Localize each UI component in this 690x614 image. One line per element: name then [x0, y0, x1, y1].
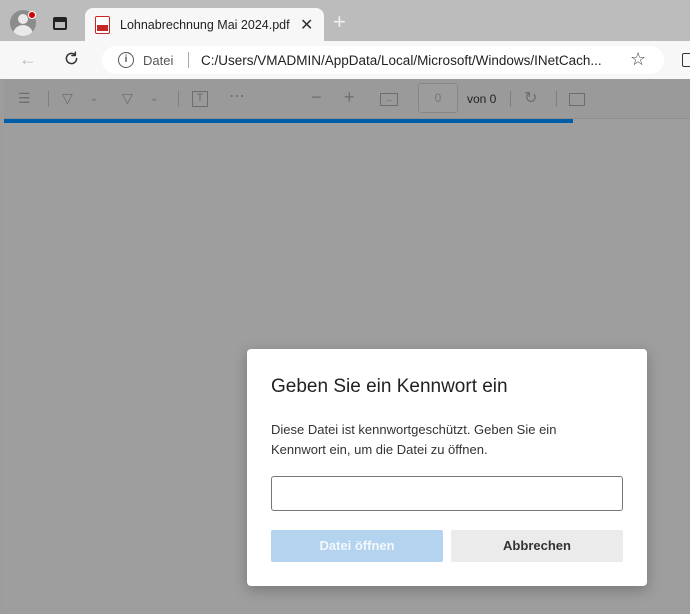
- page-number-input[interactable]: 0: [418, 83, 458, 113]
- tab-active[interactable]: Lohnabrechnung Mai 2024.pdf ✕: [85, 8, 324, 41]
- zoom-in-icon[interactable]: +: [344, 87, 355, 108]
- dialog-message: Diese Datei ist kennwortgeschützt. Geben…: [271, 422, 557, 457]
- tab-actions-icon[interactable]: [53, 17, 67, 30]
- draw-icon[interactable]: ▽: [122, 90, 133, 107]
- tab-close-icon[interactable]: ✕: [300, 15, 313, 35]
- zoom-out-icon[interactable]: −: [311, 87, 322, 108]
- address-url[interactable]: C:/Users/VMADMIN/AppData/Local/Microsoft…: [201, 53, 621, 68]
- toolbar-divider: [556, 91, 557, 107]
- address-bar[interactable]: i Datei C:/Users/VMADMIN/AppData/Local/M…: [102, 46, 664, 74]
- new-tab-icon[interactable]: +: [333, 11, 346, 33]
- profile-notification-badge: [28, 11, 36, 19]
- password-input[interactable]: [271, 476, 623, 511]
- pdf-toolbar: ☰ ▽ ⌄ ▽ ⌄ T ⋯ − + ↔ 0 von 0 ↻: [4, 79, 690, 119]
- split-screen-icon[interactable]: [682, 53, 690, 67]
- address-divider: [188, 52, 189, 68]
- highlight-icon[interactable]: ▽: [62, 90, 73, 107]
- cancel-button[interactable]: Abbrechen: [451, 530, 623, 562]
- chevron-down-icon[interactable]: ⌄: [150, 93, 158, 104]
- chevron-down-icon[interactable]: ⌄: [90, 93, 98, 104]
- tab-strip: Lohnabrechnung Mai 2024.pdf ✕ +: [0, 0, 690, 41]
- toolbar-divider: [48, 91, 49, 107]
- password-dialog: Geben Sie ein Kennwort ein Diese Datei i…: [247, 349, 647, 586]
- text-icon[interactable]: T: [192, 91, 208, 107]
- address-scheme-label: Datei: [143, 53, 174, 68]
- rotate-icon[interactable]: ↻: [524, 88, 537, 108]
- reload-icon[interactable]: [63, 50, 80, 67]
- toolbar-divider: [178, 91, 179, 107]
- toolbar-divider: [510, 91, 511, 107]
- table-of-contents-icon[interactable]: ☰: [18, 90, 31, 107]
- more-options-icon[interactable]: ⋯: [229, 86, 245, 106]
- open-file-button[interactable]: Datei öffnen: [271, 530, 443, 562]
- page-total-label: von 0: [467, 92, 497, 106]
- navigation-bar: ← i Datei C:/Users/VMADMIN/AppData/Local…: [0, 41, 690, 79]
- info-icon[interactable]: i: [118, 52, 134, 68]
- page-view-icon[interactable]: [569, 93, 585, 106]
- back-arrow-icon[interactable]: ←: [19, 49, 37, 70]
- dialog-title: Geben Sie ein Kennwort ein: [271, 376, 508, 397]
- fit-width-icon[interactable]: ↔: [380, 93, 398, 106]
- pdf-file-icon: [95, 16, 110, 34]
- favorite-star-icon[interactable]: ☆: [630, 49, 646, 70]
- tab-title: Lohnabrechnung Mai 2024.pdf: [120, 18, 290, 32]
